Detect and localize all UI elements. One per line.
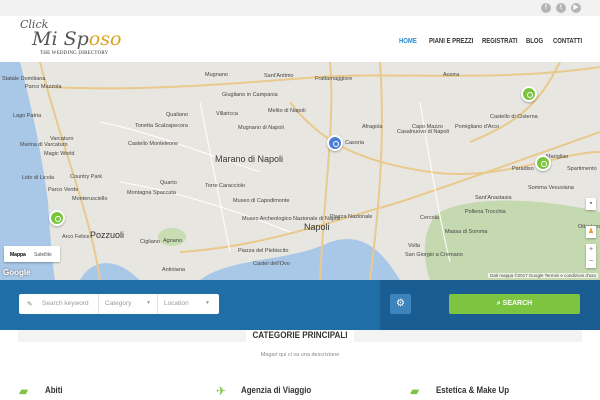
map-place-label: Somma Vesuviana — [528, 185, 574, 191]
nav-registrati[interactable]: REGISTRATI — [482, 38, 518, 45]
map-place-label: Parco Verde — [48, 187, 79, 193]
map-place-label: Massa di Somma — [445, 229, 488, 235]
section-description: Magari qui ci va una descrizione — [260, 352, 340, 358]
folder-open-icon: ▰ — [19, 384, 29, 398]
map-marker[interactable] — [535, 155, 551, 171]
map-place-label: Tonetta Scalzapecora — [135, 123, 188, 129]
map-place-label: Giugliano in Campania — [222, 92, 278, 98]
map-place-label: Pomigliano d'Arco — [455, 124, 500, 130]
map-place-label: Magic World — [44, 151, 75, 157]
map-background — [0, 62, 600, 280]
map-type-map[interactable]: Mappa — [10, 252, 26, 258]
plane-icon: ✈ — [216, 384, 227, 398]
search-button[interactable]: ⌕ SEARCH — [449, 294, 580, 314]
chevron-down-icon: ▼ — [146, 300, 151, 306]
category-select[interactable]: Category — [105, 300, 131, 307]
map-place-label: Quarto — [160, 180, 177, 186]
section-title: CATEGORIE PRINCIPALI — [246, 330, 354, 343]
map-place-label: Capo Mazzo — [412, 124, 443, 130]
nav-piani-e-prezzi[interactable]: PIANI E PREZZI — [429, 38, 473, 45]
twitter-icon[interactable]: t — [556, 3, 566, 13]
map-place-label: Cercola — [420, 215, 439, 221]
map-marker[interactable] — [49, 210, 65, 226]
map-type-satellite[interactable]: Satellite — [34, 252, 52, 258]
logo-tagline: THE WEDDING DIRECTORY — [40, 51, 109, 56]
map-place-label: Lido di Licola — [22, 175, 55, 181]
category-estetica-make-up[interactable]: Estetica & Make Up — [436, 385, 509, 395]
map-place-label: Pollena Trocchia — [465, 209, 506, 215]
map-place-label: Antiniana — [162, 267, 185, 273]
chevron-down-icon: ▼ — [205, 300, 210, 306]
map-place-label: Sant'Anastasia — [475, 195, 512, 201]
map-place-label: Afragola — [362, 124, 383, 130]
map-place-label: Cigliano — [140, 239, 160, 245]
map-place-label: Statale Domitiana — [2, 76, 46, 82]
airport-marker[interactable] — [327, 135, 343, 151]
map-type-control: Mappa Satellite — [4, 246, 60, 262]
map-place-label: Castello Monteleone — [128, 141, 179, 147]
zoom-control: + − — [586, 244, 596, 268]
search-keyword-input[interactable]: Search keyword — [42, 300, 97, 307]
map-place-label: Mugnano di Napoli — [238, 125, 284, 131]
settings-button[interactable]: ⚙ — [390, 294, 411, 314]
map-place-label: Piazza Nazionale — [330, 214, 373, 220]
map-marker[interactable] — [521, 86, 537, 102]
pegman-icon[interactable]: ♟ — [586, 226, 596, 238]
map-place-label: Arco Felice — [62, 234, 90, 240]
pencil-icon: ✎ — [27, 301, 33, 308]
map-place-label: Marina di Varcaturo — [20, 142, 68, 148]
map-place-label: Montagna Spaccata — [127, 190, 176, 196]
map-place-label: Sant'Antimo — [264, 73, 294, 79]
folder-open-icon: ▰ — [410, 384, 420, 398]
facebook-icon[interactable]: f — [541, 3, 551, 13]
map-place-label: Frattamaggiore — [315, 76, 353, 82]
google-logo: Google — [3, 268, 31, 277]
zoom-out-button[interactable]: − — [586, 256, 596, 268]
map-place-label: Piazza del Plebiscito — [238, 248, 289, 254]
nav-home[interactable]: HOME — [399, 38, 417, 45]
map-place-label: Casoria — [345, 140, 364, 146]
map-place-label: Qualiano — [166, 112, 189, 118]
map-place-label: Museo di Capodimonte — [233, 198, 290, 204]
map-place-label: Acerra — [443, 72, 460, 78]
map-place-label: Marano di Napoli — [215, 154, 284, 164]
nav-blog[interactable]: BLOG — [526, 38, 543, 45]
logo-line2: Mi Sposo — [32, 28, 122, 50]
map-place-label: Mugnano — [205, 72, 228, 78]
zoom-in-button[interactable]: + — [586, 244, 596, 256]
fullscreen-button[interactable]: ▪ — [586, 198, 596, 210]
map-place-label: Pozzuoli — [90, 230, 125, 240]
map-place-label: Volla — [408, 243, 420, 249]
logo[interactable]: Click Mi Sposo THE WEDDING DIRECTORY — [18, 18, 128, 62]
category-abiti[interactable]: Abiti — [45, 385, 63, 395]
map-place-label: Country Park — [70, 174, 103, 180]
youtube-icon[interactable]: ▶ — [571, 3, 581, 13]
map[interactable]: Statale Domitiana Parco Mazzola Lago Patri… — [0, 62, 600, 280]
map-place-label: Parco Mazzola — [25, 84, 62, 90]
map-place-label: Castello di Cisterna — [490, 114, 538, 120]
map-place-label: Melito di Napoli — [268, 108, 306, 114]
category-agenzia-di-viaggio[interactable]: Agenzia di Viaggio — [241, 385, 311, 395]
top-bar: f t ▶ — [0, 0, 600, 16]
map-place-label: San Giorgio a Cremano — [405, 252, 463, 258]
map-place-label: Agnano — [163, 238, 182, 244]
nav-contatti[interactable]: CONTATTI — [553, 38, 582, 45]
map-place-label: Paradiso — [512, 166, 534, 172]
gear-icon: ⚙ — [396, 298, 405, 309]
map-place-label: Spartimento — [567, 166, 597, 172]
map-place-label: Torre Caracciolo — [205, 183, 246, 189]
location-select[interactable]: Location — [164, 300, 189, 307]
map-place-label: Lago Patria — [13, 113, 42, 119]
map-place-label: Villaricca — [216, 111, 238, 117]
map-attribution[interactable]: Dati mappa ©2017 Google Termini e condiz… — [488, 273, 598, 278]
map-place-label: Monterusciello — [72, 196, 108, 202]
map-place-label: Napoli — [304, 222, 330, 232]
map-place-label: Castel dell'Ovo — [253, 261, 290, 267]
search-form: ✎ Search keyword Category ▼ Location ▼ — [19, 294, 219, 314]
